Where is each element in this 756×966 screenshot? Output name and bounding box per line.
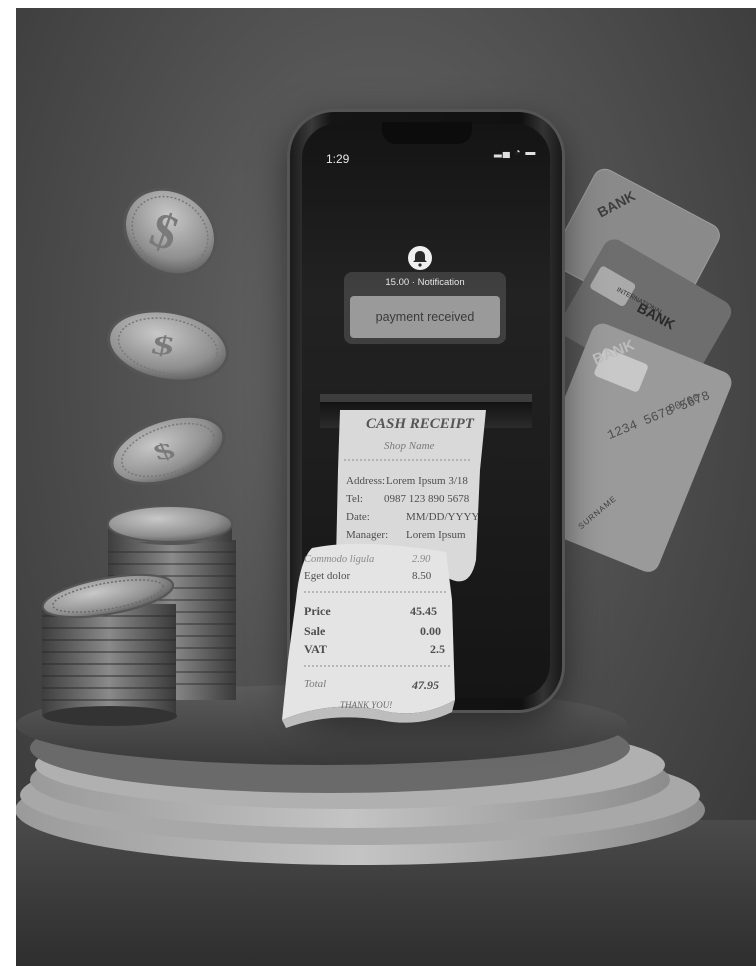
receipt-row-value: MM/DD/YYYY [406,511,480,523]
receipt-item-label: Commodo ligula [304,554,375,565]
receipt-row-value: Lorem Ipsum [406,529,466,541]
receipt-total-label: VAT [304,642,327,656]
receipt-row-label: Manager: [346,529,389,541]
receipt-total-value: 2.5 [430,642,445,656]
receipt-item-label: Eget dolor [304,570,351,582]
receipt-row-label: Date: [346,511,370,523]
receipt-title: CASH RECEIPT [366,416,474,432]
left-margin [0,0,16,966]
receipt-grand-total-value: 47.95 [412,678,439,692]
receipt-grand-total-label: Total [304,678,327,690]
receipt-row-label: Address: [346,475,386,487]
receipt-total-value: 0.00 [420,624,441,638]
receipt-item-value: 8.50 [412,570,432,582]
top-margin [0,0,756,8]
receipt-total-label: Price [304,604,331,618]
receipt-row-value: Lorem Ipsum 3/18 [386,475,468,487]
receipt-footer: THANK YOU! [340,700,393,710]
receipt-total-label: Sale [304,624,326,638]
receipt-shop-name: Shop Name [384,440,435,452]
receipt-row-value: 0987 123 890 5678 [384,493,470,505]
scene: $ $ $ 1:29 ▂▄ ◔ ▬ 15.00 · Notification p… [0,0,756,966]
receipt-row-label: Tel: [346,493,363,505]
receipt-item-value: 2.90 [412,554,431,565]
receipt-total-value: 45.45 [410,604,437,618]
